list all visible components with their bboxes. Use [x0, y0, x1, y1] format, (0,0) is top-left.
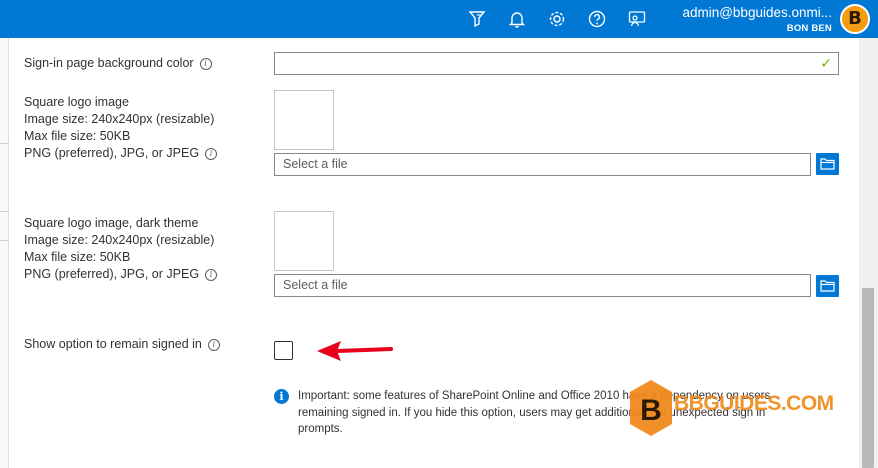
info-filled-icon: i	[274, 389, 289, 404]
feedback-filter-icon[interactable]	[467, 9, 487, 29]
account-email: admin@bbguides.onmi...	[682, 5, 832, 20]
account-name: BON BEN	[786, 23, 832, 34]
watermark-letter: B	[640, 394, 662, 427]
square-logo-title: Square logo image	[24, 95, 129, 109]
account-info[interactable]: admin@bbguides.onmi... BON BEN	[682, 5, 832, 35]
square-logo-dark-size: Image size: 240x240px (resizable)	[24, 233, 215, 247]
bbguides-logo-icon: B	[630, 380, 672, 436]
feedback-person-icon[interactable]	[627, 9, 647, 29]
square-logo-formats: PNG (preferred), JPG, or JPEG	[24, 146, 200, 160]
avatar[interactable]: B	[840, 4, 870, 34]
bell-icon[interactable]	[507, 9, 527, 29]
square-logo-dark-max: Max file size: 50KB	[24, 250, 131, 264]
square-logo-preview	[274, 90, 334, 150]
square-logo-dark-preview	[274, 211, 334, 271]
info-icon[interactable]: i	[199, 58, 212, 70]
gear-icon[interactable]	[547, 9, 567, 29]
help-icon[interactable]	[587, 9, 607, 29]
square-logo-dark-placeholder: Select a file	[283, 278, 348, 292]
scrollbar-thumb[interactable]	[862, 288, 874, 468]
remain-signed-in-checkbox[interactable]	[274, 341, 293, 360]
top-bar: admin@bbguides.onmi... BON BEN B	[0, 0, 878, 38]
note-line-3: prompts.	[298, 423, 343, 435]
square-logo-placeholder: Select a file	[283, 157, 348, 171]
bg-color-input[interactable]: ✓	[274, 52, 839, 75]
vertical-scrollbar[interactable]	[859, 38, 878, 468]
square-logo-max: Max file size: 50KB	[24, 129, 131, 143]
square-logo-dark-formats: PNG (preferred), JPG, or JPEG	[24, 267, 200, 281]
folder-icon	[820, 158, 835, 170]
square-logo-label: Square logo image Image size: 240x240px …	[24, 94, 218, 162]
info-icon[interactable]: i	[205, 148, 218, 160]
square-logo-size: Image size: 240x240px (resizable)	[24, 112, 215, 126]
square-logo-dark-browse-button[interactable]	[816, 275, 839, 297]
square-logo-dark-file-input[interactable]: Select a file	[274, 274, 811, 297]
watermark-text: BBGUIDES.COM	[674, 392, 834, 415]
square-logo-file-input[interactable]: Select a file	[274, 153, 811, 176]
valid-check-icon: ✓	[820, 55, 832, 71]
background-page-strip	[0, 38, 9, 468]
square-logo-dark-title: Square logo image, dark theme	[24, 216, 199, 230]
square-logo-browse-button[interactable]	[816, 153, 839, 175]
info-icon[interactable]: i	[205, 269, 218, 281]
bg-color-label: Sign-in page background color i	[24, 55, 212, 72]
folder-icon	[820, 280, 835, 292]
info-icon[interactable]: i	[207, 339, 220, 351]
square-logo-dark-label: Square logo image, dark theme Image size…	[24, 215, 218, 283]
bg-color-label-text: Sign-in page background color	[24, 56, 194, 70]
remain-signed-in-label-text: Show option to remain signed in	[24, 337, 202, 351]
remain-signed-in-label: Show option to remain signed in i	[24, 336, 220, 353]
red-arrow-annotation	[317, 341, 393, 361]
